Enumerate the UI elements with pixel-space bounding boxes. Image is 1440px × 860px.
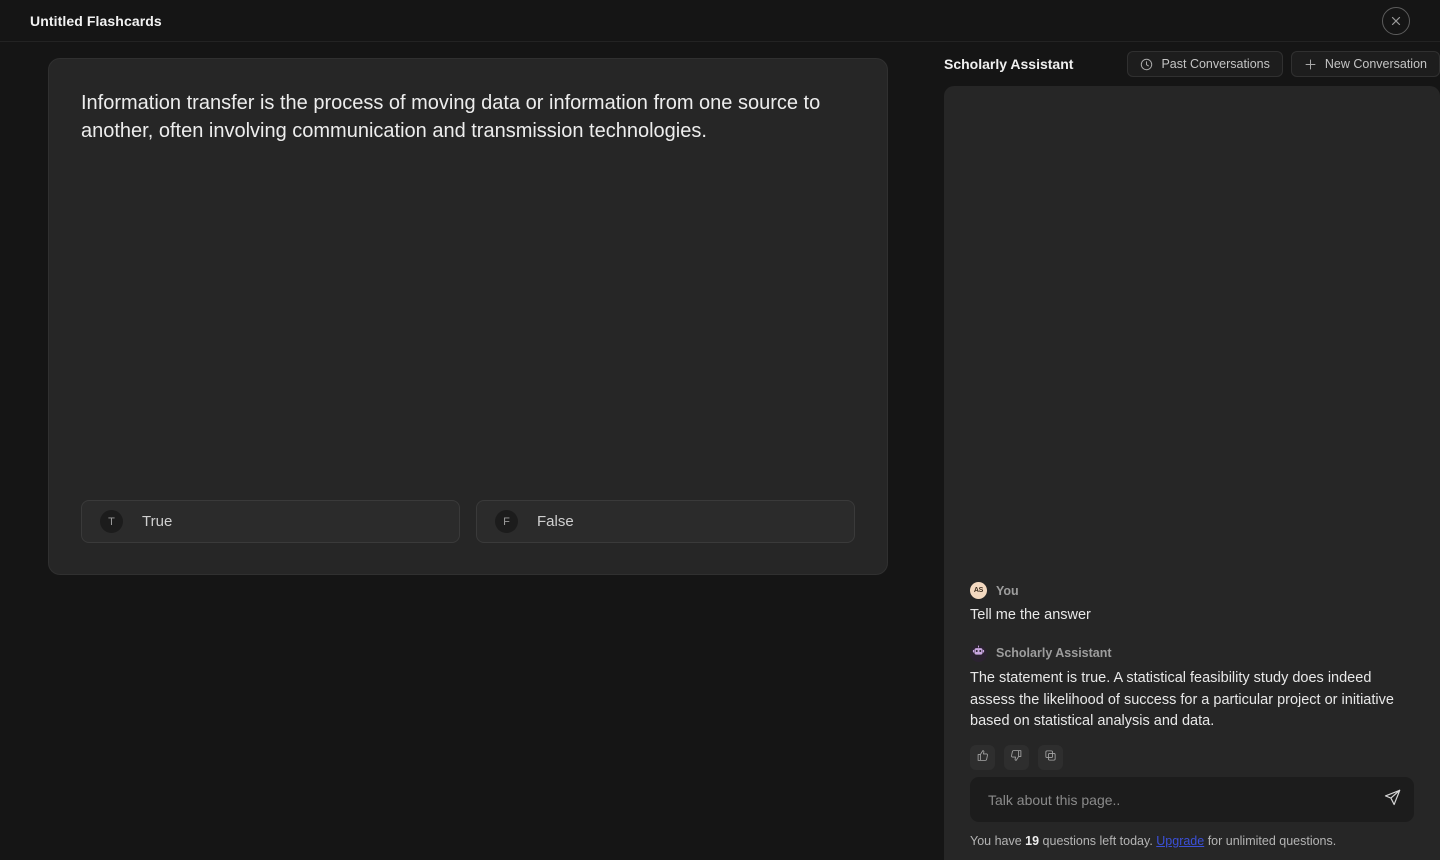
quota-suffix: for unlimited questions. [1204,834,1337,848]
message-text: The statement is true. A statistical fea… [970,669,1394,730]
copy-icon [1044,749,1057,767]
answer-options: T True F False [81,500,855,543]
chat-input[interactable] [970,777,1370,822]
plus-icon [1304,58,1317,71]
flashcard-panel: Information transfer is the process of m… [48,58,888,575]
message-header: Scholarly Assistant [970,644,1414,662]
thumbs-down-button[interactable] [1004,745,1029,770]
message-list: AS You Tell me the answer Scholarly Assi… [944,582,1440,770]
robot-icon [972,644,985,662]
chat-panel: Scholarly Assistant Past Conversations N… [940,42,1440,860]
chat-header: Scholarly Assistant Past Conversations N… [940,42,1440,86]
past-conversations-button[interactable]: Past Conversations [1127,51,1283,77]
flashcard-question: Information transfer is the process of m… [81,92,821,143]
thumbs-up-icon [976,749,989,767]
message-header: AS You [970,582,1414,599]
chat-message-user: AS You Tell me the answer [970,582,1414,627]
avatar [970,644,987,662]
new-conversation-button[interactable]: New Conversation [1290,51,1440,77]
answer-option-false[interactable]: F False [476,500,855,543]
answer-label: True [142,513,173,530]
answer-key-badge: F [495,510,518,533]
quota-middle: questions left today. [1039,834,1157,848]
message-author: Scholarly Assistant [996,646,1112,661]
message-author: You [996,583,1019,598]
new-conversation-label: New Conversation [1324,57,1427,71]
chat-composer [970,777,1414,822]
chat-header-actions: Past Conversations New Conversation [1127,51,1440,77]
send-button[interactable] [1370,777,1414,822]
close-icon [1390,15,1402,27]
quota-count: 19 [1025,834,1040,848]
feedback-actions [970,745,1414,770]
message-text: Tell me the answer [970,607,1091,623]
thumbs-down-icon [1010,749,1023,767]
chat-message-assistant: Scholarly Assistant The statement is tru… [970,644,1414,770]
clock-icon [1140,58,1153,71]
quota-status: You have 19 questions left today. Upgrad… [970,834,1336,848]
answer-label: False [537,513,574,530]
copy-button[interactable] [1038,745,1063,770]
page-title: Untitled Flashcards [30,12,162,29]
thumbs-up-button[interactable] [970,745,995,770]
chat-title: Scholarly Assistant [944,56,1074,72]
send-icon [1383,788,1402,812]
avatar: AS [970,582,987,599]
chat-body: AS You Tell me the answer Scholarly Assi… [944,86,1440,860]
quota-prefix: You have [970,834,1026,848]
answer-option-true[interactable]: T True [81,500,460,543]
avatar-initials: AS [973,587,984,594]
close-button[interactable] [1382,6,1410,35]
top-bar: Untitled Flashcards [0,0,1440,42]
upgrade-link[interactable]: Upgrade [1156,834,1204,848]
past-conversations-label: Past Conversations [1161,57,1270,71]
answer-key-badge: T [100,510,123,533]
